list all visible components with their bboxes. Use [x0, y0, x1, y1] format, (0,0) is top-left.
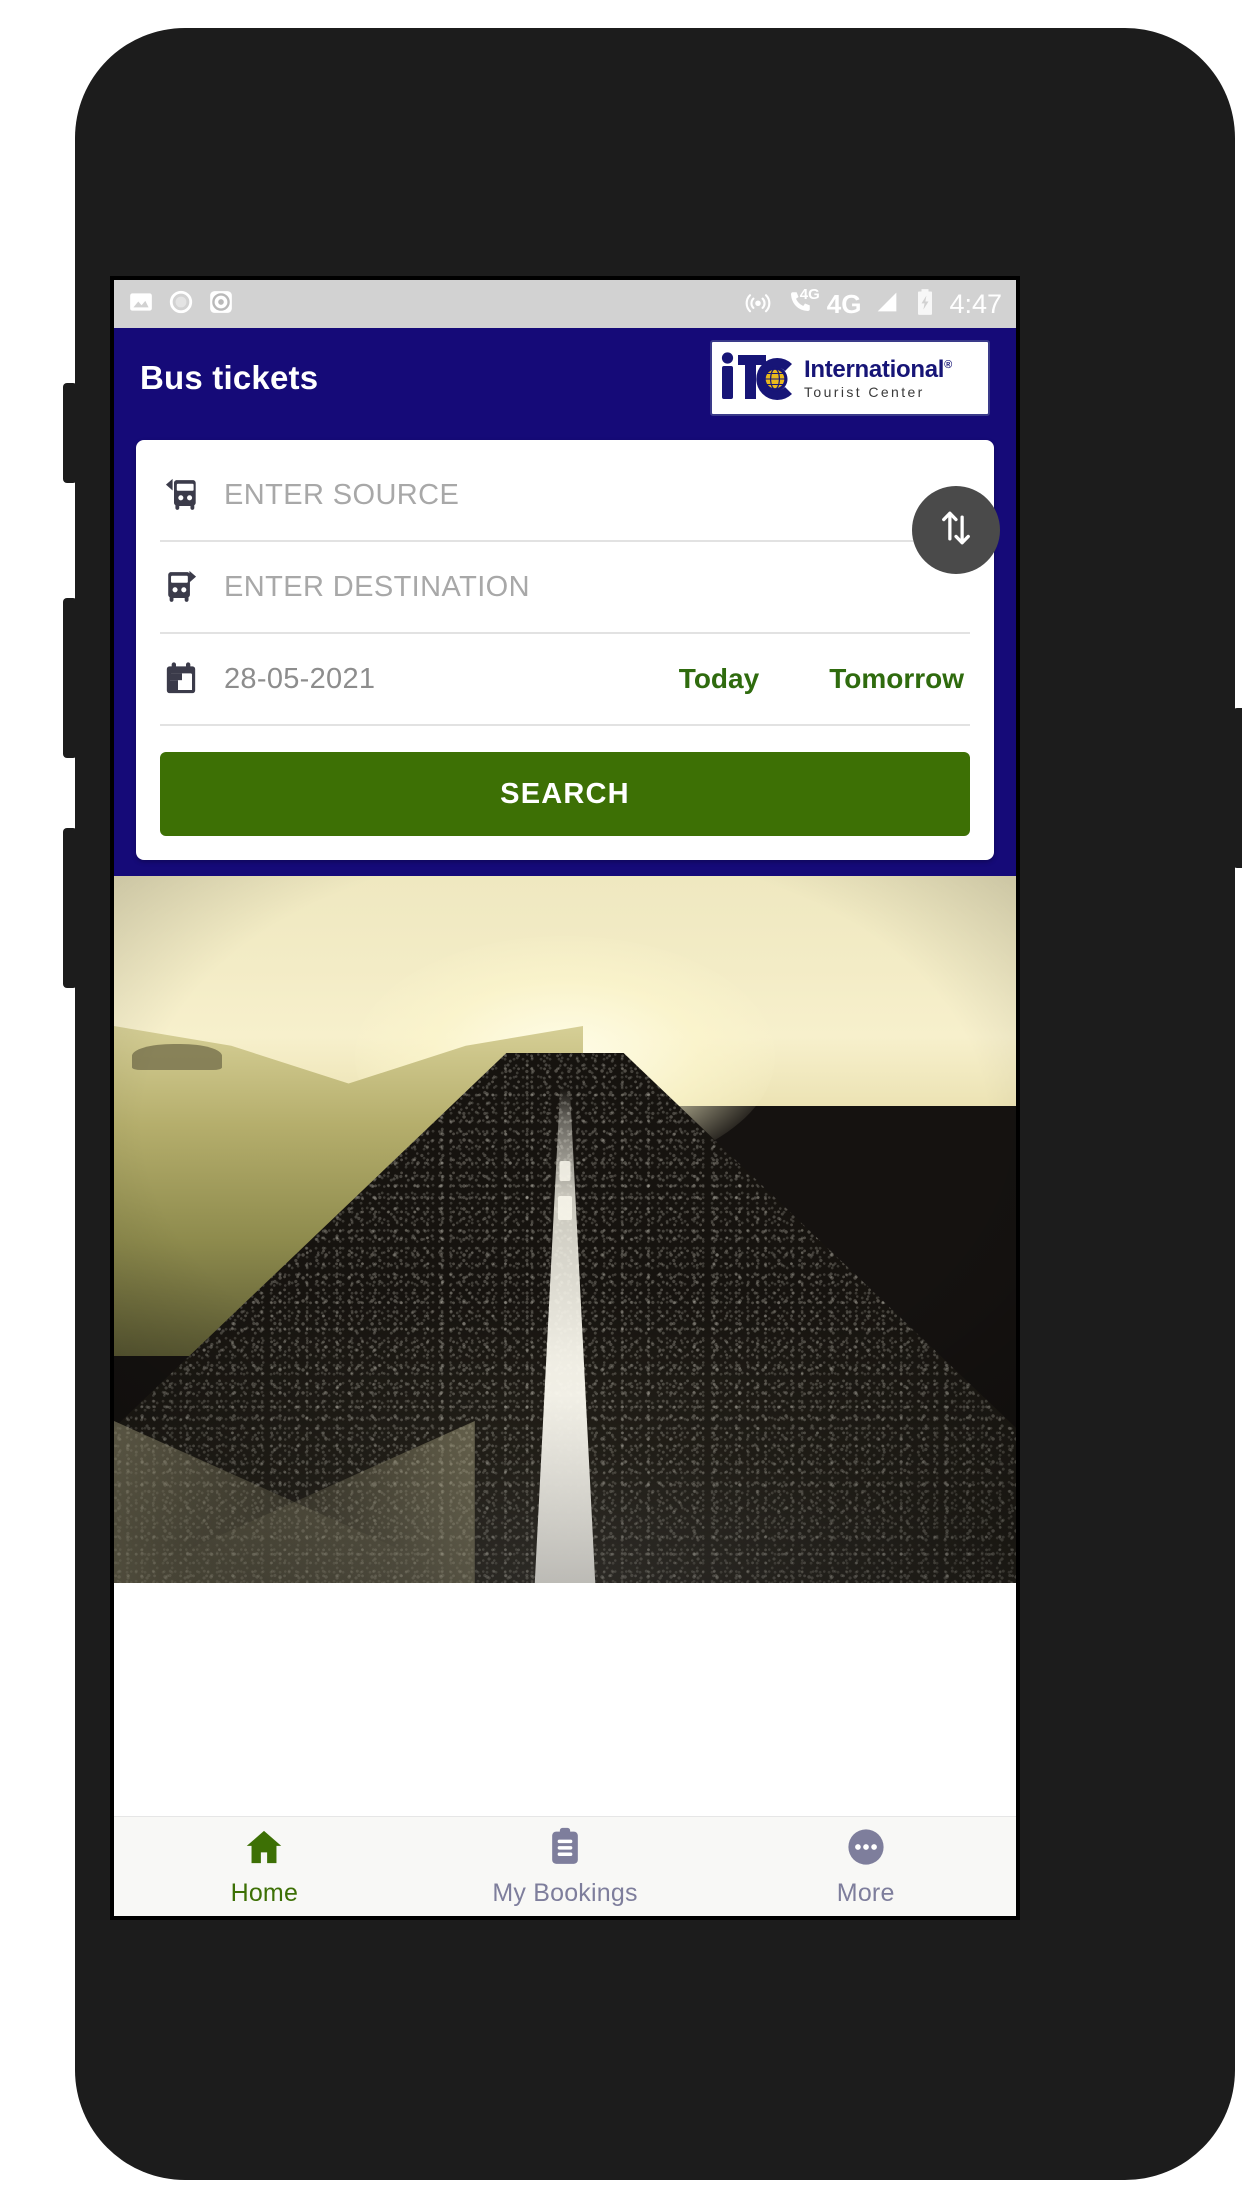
itc-logo-mark — [720, 349, 798, 408]
search-section: ENTER SOURCE ENTER DESTINATION 28-05-202… — [114, 428, 1016, 876]
hero-vignette — [114, 876, 1016, 1583]
app-bar: Bus tickets International® Tourist Cente… — [114, 328, 1016, 428]
tomorrow-quick-date-button[interactable]: Tomorrow — [829, 663, 964, 695]
status-bar: 4G 4G 4:47 — [114, 280, 1016, 328]
search-card: ENTER SOURCE ENTER DESTINATION 28-05-202… — [136, 440, 1000, 860]
status-bar-left-icons — [128, 289, 234, 320]
battery-charging-icon — [913, 288, 937, 321]
clipboard-icon — [543, 1825, 587, 1874]
brand-logo-line2: Tourist Center — [804, 383, 925, 400]
status-bar-right-icons: 4G 4G 4:47 — [743, 286, 1002, 322]
more-dots-icon — [844, 1825, 888, 1874]
phone-screen: 4G 4G 4:47 Bus tickets International® To… — [110, 276, 1020, 1920]
hero-road-image — [114, 876, 1016, 1583]
phone-side-button-top-left[interactable] — [63, 383, 77, 483]
hotspot-icon — [743, 287, 773, 322]
registered-mark: ® — [944, 358, 952, 371]
nav-label-more: More — [836, 1879, 895, 1907]
destination-input-placeholder: ENTER DESTINATION — [224, 570, 530, 603]
call-4g-icon: 4G — [785, 286, 820, 322]
swap-vertical-icon — [933, 505, 979, 556]
nav-item-more[interactable]: More — [715, 1817, 1016, 1916]
search-button[interactable]: SEARCH — [160, 752, 970, 836]
nav-label-home: Home — [230, 1879, 299, 1907]
image-icon — [128, 289, 154, 320]
network-4g-label: 4G — [826, 289, 862, 319]
brand-logo-line1: International® — [804, 355, 952, 383]
signal-bars-icon — [873, 288, 901, 321]
call-network-label: 4G — [799, 285, 820, 303]
source-input-placeholder: ENTER SOURCE — [224, 478, 460, 511]
nav-label-my-bookings: My Bookings — [492, 1879, 638, 1907]
swap-source-destination-button[interactable] — [912, 486, 1000, 574]
phone-volume-down-button[interactable] — [63, 828, 77, 988]
home-icon — [242, 1825, 286, 1874]
source-field-row[interactable]: ENTER SOURCE — [160, 450, 970, 542]
calendar-icon — [160, 659, 202, 699]
today-quick-date-button[interactable]: Today — [679, 663, 759, 695]
destination-field-row[interactable]: ENTER DESTINATION — [160, 542, 970, 634]
phone-power-button[interactable] — [1233, 708, 1242, 868]
phone-frame: 4G 4G 4:47 Bus tickets International® To… — [63, 28, 1242, 2180]
date-field-row[interactable]: 28-05-2021 Today Tomorrow — [160, 634, 970, 726]
nav-item-my-bookings[interactable]: My Bookings — [415, 1817, 716, 1916]
record-icon — [208, 289, 234, 320]
bus-depart-icon — [160, 565, 202, 609]
page-title: Bus tickets — [140, 359, 319, 396]
bus-arrive-icon — [160, 473, 202, 517]
phone-volume-up-button[interactable] — [63, 598, 77, 758]
circle-icon — [168, 289, 194, 320]
brand-logo-words: International® Tourist Center — [804, 355, 952, 400]
selected-date-value: 28-05-2021 — [224, 662, 376, 695]
status-clock: 4:47 — [949, 288, 1002, 319]
bottom-navigation-bar: Home My Bookings More — [114, 1816, 1016, 1916]
brand-logo: International® Tourist Center — [710, 340, 990, 416]
nav-item-home[interactable]: Home — [114, 1817, 415, 1916]
